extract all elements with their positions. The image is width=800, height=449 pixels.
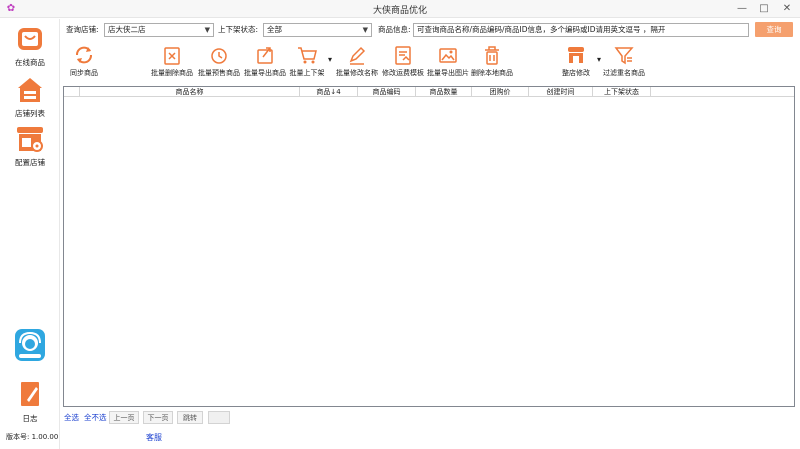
page-number-input[interactable] xyxy=(208,411,230,424)
query-button[interactable]: 查询 xyxy=(755,22,793,37)
sidebar-item-online-goods[interactable]: 在线商品 xyxy=(0,25,60,68)
sidebar: 在线商品 店铺列表 配置店铺 日志 xyxy=(0,19,60,449)
column-header[interactable]: 创建时间 xyxy=(529,87,593,97)
sidebar-item-label: 店铺列表 xyxy=(15,109,45,118)
status-label: 上下架状态: xyxy=(218,25,259,34)
toolbar-label: 批量删除商品 xyxy=(151,69,193,77)
shop-edit-icon xyxy=(568,47,584,63)
log-icon xyxy=(21,382,39,406)
select-all-link[interactable]: 全选 xyxy=(64,412,79,424)
sidebar-item-config-shop[interactable]: 配置店铺 xyxy=(0,125,60,168)
toolbar-label: 批量导出图片 xyxy=(427,69,469,77)
toolbar-label: 同步商品 xyxy=(70,69,98,77)
filter-icon xyxy=(614,47,634,65)
sidebar-item-customer-service[interactable] xyxy=(0,328,60,364)
sidebar-item-label: 配置店铺 xyxy=(15,158,45,167)
jump-button[interactable]: 跳转 xyxy=(177,411,203,424)
freight-template-icon xyxy=(395,46,411,65)
filter-duplicates-button[interactable]: 过滤重名商品 xyxy=(602,44,646,78)
sidebar-item-log[interactable]: 日志 xyxy=(0,381,60,424)
toolbar-label: 修改运费模板 xyxy=(382,69,424,77)
customer-service-icon xyxy=(15,329,45,361)
column-header[interactable]: 团购价 xyxy=(472,87,529,97)
delete-local-goods-button[interactable]: 删除本地商品 xyxy=(470,44,514,78)
chevron-down-icon: ▼ xyxy=(362,26,368,34)
minimize-button[interactable]: — xyxy=(731,0,753,18)
sync-goods-button[interactable]: 同步商品 xyxy=(64,44,104,78)
column-header[interactable]: 商品名称 xyxy=(80,87,300,97)
info-label: 商品信息: xyxy=(378,25,411,34)
shop-label: 查询店铺: xyxy=(66,25,99,34)
trash-icon xyxy=(485,46,499,65)
close-button[interactable]: ✕ xyxy=(776,0,798,18)
status-select-value: 全部 xyxy=(267,25,282,34)
table-header: 商品名称 商品↓4 商品编码 商品数量 团购价 创建时间 上下架状态 xyxy=(64,87,794,97)
column-header[interactable]: 商品编码 xyxy=(358,87,416,97)
freight-template-button[interactable]: 修改运费模板 xyxy=(380,44,426,78)
shop-select[interactable]: 店大侠二店 ▼ xyxy=(104,23,214,37)
title-bar: ✿ 大侠商品优化 — □ ✕ xyxy=(0,0,800,18)
column-header[interactable]: 商品数量 xyxy=(416,87,472,97)
batch-shelf-button[interactable]: 批量上下架 xyxy=(288,44,326,78)
toolbar-label: 批量预售商品 xyxy=(198,69,240,77)
export-images-button[interactable]: 批量导出图片 xyxy=(426,44,470,78)
next-page-button[interactable]: 下一页 xyxy=(143,411,173,424)
prev-page-button[interactable]: 上一页 xyxy=(109,411,139,424)
goods-info-input[interactable]: 可查询商品名称/商品编码/商品ID信息，多个编码或ID请用英文逗号 ，隔开 xyxy=(413,23,749,37)
sidebar-item-label: 在线商品 xyxy=(15,58,45,67)
batch-export-button[interactable]: 批量导出商品 xyxy=(242,44,288,78)
store-settings-icon xyxy=(17,127,43,152)
sidebar-item-label: 日志 xyxy=(22,414,38,423)
export-icon xyxy=(257,47,273,64)
toolbar-label: 过滤重名商品 xyxy=(603,69,645,77)
batch-delete-icon xyxy=(164,47,180,65)
store-icon xyxy=(18,78,42,102)
edit-name-icon xyxy=(349,46,366,65)
presale-icon xyxy=(211,48,227,64)
toolbar-label: 批量导出商品 xyxy=(244,69,286,77)
bag-icon xyxy=(18,28,42,50)
export-image-icon xyxy=(439,48,457,63)
batch-rename-button[interactable]: 批量修改名称 xyxy=(334,44,380,78)
toolbar-label: 批量上下架 xyxy=(289,69,325,77)
whole-shop-edit-button[interactable]: 整店修改 xyxy=(558,44,594,78)
select-none-link[interactable]: 全不选 xyxy=(84,412,107,424)
batch-presale-button[interactable]: 批量预售商品 xyxy=(196,44,242,78)
chevron-down-icon: ▼ xyxy=(204,26,210,34)
chevron-down-icon[interactable]: ▾ xyxy=(597,55,601,64)
row-header-corner[interactable] xyxy=(64,87,80,97)
sync-icon xyxy=(76,46,92,64)
toolbar-label: 批量修改名称 xyxy=(336,69,378,77)
window-title: 大侠商品优化 xyxy=(372,6,427,16)
goods-table[interactable]: 商品名称 商品↓4 商品编码 商品数量 团购价 创建时间 上下架状态 xyxy=(63,86,795,407)
toolbar-label: 删除本地商品 xyxy=(471,69,513,77)
customer-service-link[interactable]: 客服 xyxy=(146,432,162,443)
sidebar-item-shop-list[interactable]: 店铺列表 xyxy=(0,76,60,119)
column-header[interactable]: 商品↓4 xyxy=(300,87,358,97)
toolbar-label: 整店修改 xyxy=(562,69,590,77)
status-select[interactable]: 全部 ▼ xyxy=(263,23,372,37)
cart-icon xyxy=(298,47,317,64)
batch-delete-button[interactable]: 批量删除商品 xyxy=(149,44,195,78)
version-label: 版本号: 1.00.00 xyxy=(6,433,59,441)
shop-select-value: 店大侠二店 xyxy=(108,25,146,34)
chevron-down-icon[interactable]: ▾ xyxy=(328,55,332,64)
maximize-button[interactable]: □ xyxy=(753,0,775,18)
column-header[interactable]: 上下架状态 xyxy=(593,87,651,97)
